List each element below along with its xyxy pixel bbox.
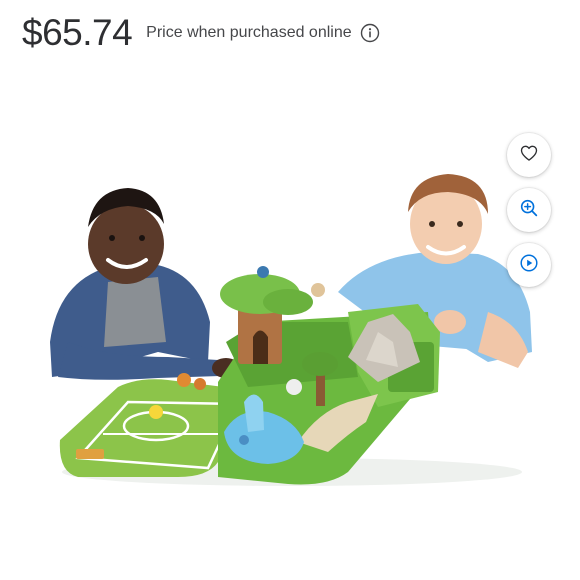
- play-video-button[interactable]: [507, 243, 551, 287]
- zoom-in-button[interactable]: [507, 188, 551, 232]
- product-page: $65.74 Price when purchased online: [0, 0, 580, 580]
- product-image[interactable]: [48, 172, 536, 492]
- play-icon: [518, 252, 540, 279]
- info-icon[interactable]: [360, 23, 380, 43]
- add-to-favorites-button[interactable]: [507, 133, 551, 177]
- price-row: $65.74 Price when purchased online: [22, 12, 380, 54]
- heart-icon: [519, 143, 539, 168]
- zoom-in-icon: [518, 197, 540, 224]
- left-child-figure: [50, 188, 240, 380]
- price-note: Price when purchased online: [146, 24, 352, 41]
- price-amount: $65.74: [22, 12, 133, 53]
